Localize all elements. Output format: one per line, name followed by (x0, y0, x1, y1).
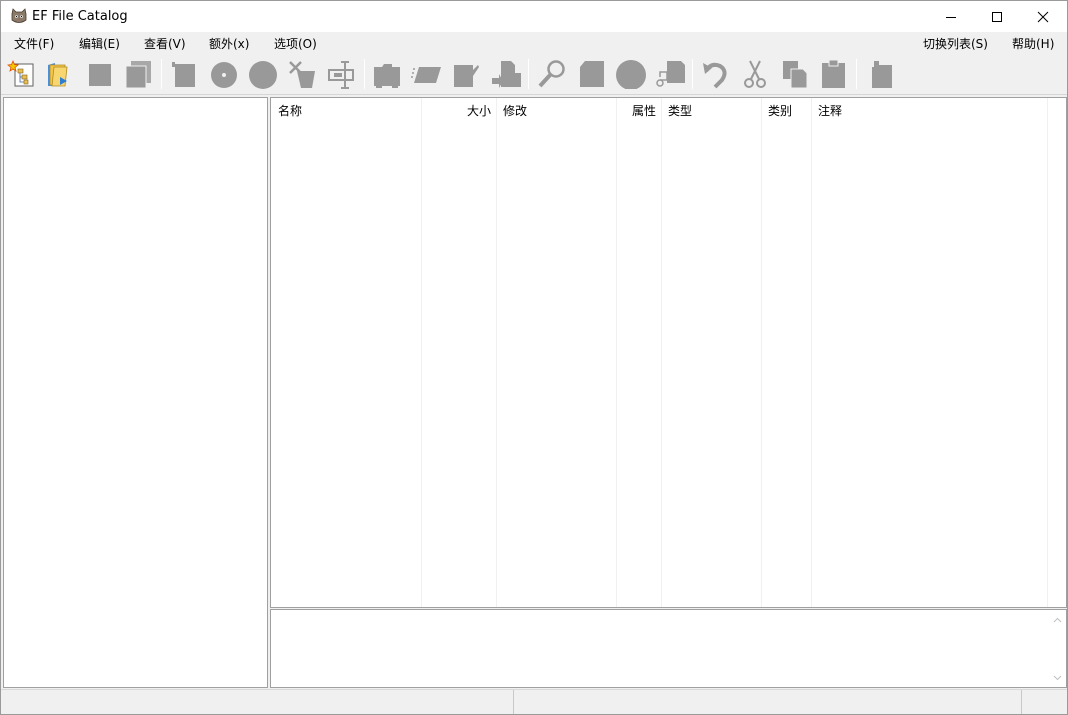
copy-icon (783, 61, 808, 89)
toolbar-separator (856, 59, 857, 89)
new-catalog-button[interactable] (4, 57, 38, 91)
title-bar: EF File Catalog (1, 1, 1067, 32)
column-divider (496, 98, 497, 607)
delete-cross-icon (289, 61, 315, 88)
move-button[interactable] (489, 57, 523, 91)
column-header-size[interactable]: 大小 (467, 102, 491, 119)
copy-pages-icon (125, 61, 151, 89)
column-divider (661, 98, 662, 607)
column-divider (761, 98, 762, 607)
stop-button[interactable] (82, 57, 116, 91)
delete-cross-button[interactable] (285, 57, 319, 91)
status-section-3 (1022, 690, 1067, 714)
cut-icon (744, 60, 766, 88)
menu-bar: 文件(F) 编辑(E) 查看(V) 额外(x) 选项(O) 切换列表(S) 帮助… (1, 32, 1067, 53)
column-header-category[interactable]: 类别 (768, 102, 792, 119)
toolbar-separator (528, 59, 529, 89)
vertical-scrollbar[interactable] (1049, 610, 1066, 687)
disc-icon (211, 62, 237, 88)
cat-app-icon (10, 8, 28, 25)
scroll-down-button[interactable] (1049, 669, 1066, 686)
window-title: EF File Catalog (32, 9, 128, 24)
catalog-tree[interactable] (3, 97, 268, 688)
menu-options[interactable]: 选项(O) (274, 35, 317, 52)
column-divider (811, 98, 812, 607)
minimize-icon (946, 16, 956, 18)
toolbar (1, 53, 1067, 95)
column-divider (421, 98, 422, 607)
column-header-attributes[interactable]: 属性 (632, 102, 656, 119)
big-circle-icon (616, 60, 646, 89)
column-header-name[interactable]: 名称 (278, 102, 302, 119)
copy-button[interactable] (777, 57, 811, 91)
tag-icon (454, 65, 479, 87)
circle-icon (249, 61, 277, 89)
menu-switch-list[interactable]: 切换列表(S) (923, 35, 988, 52)
link-doc-icon (656, 61, 685, 87)
open-folder-button[interactable] (41, 57, 75, 91)
scroll-up-button[interactable] (1049, 611, 1066, 628)
parallelogram-icon (411, 67, 441, 83)
maximize-icon (992, 11, 1002, 22)
page-icon (580, 61, 604, 87)
page-button[interactable] (575, 57, 609, 91)
close-icon (1037, 11, 1049, 22)
cut-button[interactable] (738, 57, 772, 91)
app-window: EF File Catalog 文件(F) 编辑(E) 查看(V) 额外(x) … (0, 0, 1068, 715)
chevron-up-icon (1053, 617, 1062, 622)
parallelogram-button[interactable] (409, 57, 443, 91)
minimize-button[interactable] (928, 1, 974, 32)
undo-icon (703, 62, 727, 89)
new-catalog-icon (7, 59, 34, 87)
chevron-down-icon (1053, 675, 1062, 680)
rename-button[interactable] (324, 57, 358, 91)
link-doc-button[interactable] (653, 57, 687, 91)
description-panel[interactable] (270, 609, 1067, 688)
menu-extra[interactable]: 额外(x) (209, 35, 249, 52)
close-button[interactable] (1020, 1, 1066, 32)
disc-button[interactable] (207, 57, 241, 91)
column-divider (1047, 98, 1048, 607)
status-bar (1, 689, 1067, 714)
add-media-button[interactable] (168, 57, 202, 91)
column-header-type[interactable]: 类型 (668, 102, 692, 119)
toolbar-separator (692, 59, 693, 89)
properties-icon (872, 61, 892, 88)
big-circle-button[interactable] (614, 57, 648, 91)
paste-icon (822, 59, 845, 88)
move-icon (492, 61, 521, 88)
stop-icon (89, 64, 111, 86)
search-icon (538, 60, 565, 88)
tag-button[interactable] (449, 57, 483, 91)
folder-icon (374, 64, 400, 88)
menu-view[interactable]: 查看(V) (144, 35, 186, 52)
menu-edit[interactable]: 编辑(E) (79, 35, 120, 52)
menu-file[interactable]: 文件(F) (14, 35, 54, 52)
status-section-2 (514, 690, 1022, 714)
file-list[interactable]: 名称 大小 修改 属性 类型 类别 注释 (270, 97, 1067, 608)
circle-button[interactable] (246, 57, 280, 91)
status-section-1 (1, 690, 514, 714)
toolbar-separator (161, 59, 162, 89)
toolbar-separator (364, 59, 365, 89)
maximize-button[interactable] (974, 1, 1020, 32)
column-divider (616, 98, 617, 607)
search-button[interactable] (535, 57, 569, 91)
rename-icon (328, 61, 354, 89)
folder-button[interactable] (370, 57, 404, 91)
menu-help[interactable]: 帮助(H) (1012, 35, 1054, 52)
undo-button[interactable] (699, 57, 733, 91)
column-header-modified[interactable]: 修改 (503, 102, 527, 119)
paste-button[interactable] (816, 57, 850, 91)
add-media-icon (172, 62, 195, 87)
properties-button[interactable] (864, 57, 898, 91)
open-folder-icon (48, 63, 68, 87)
column-header-comment[interactable]: 注释 (818, 102, 842, 119)
copy-pages-button[interactable] (121, 57, 155, 91)
